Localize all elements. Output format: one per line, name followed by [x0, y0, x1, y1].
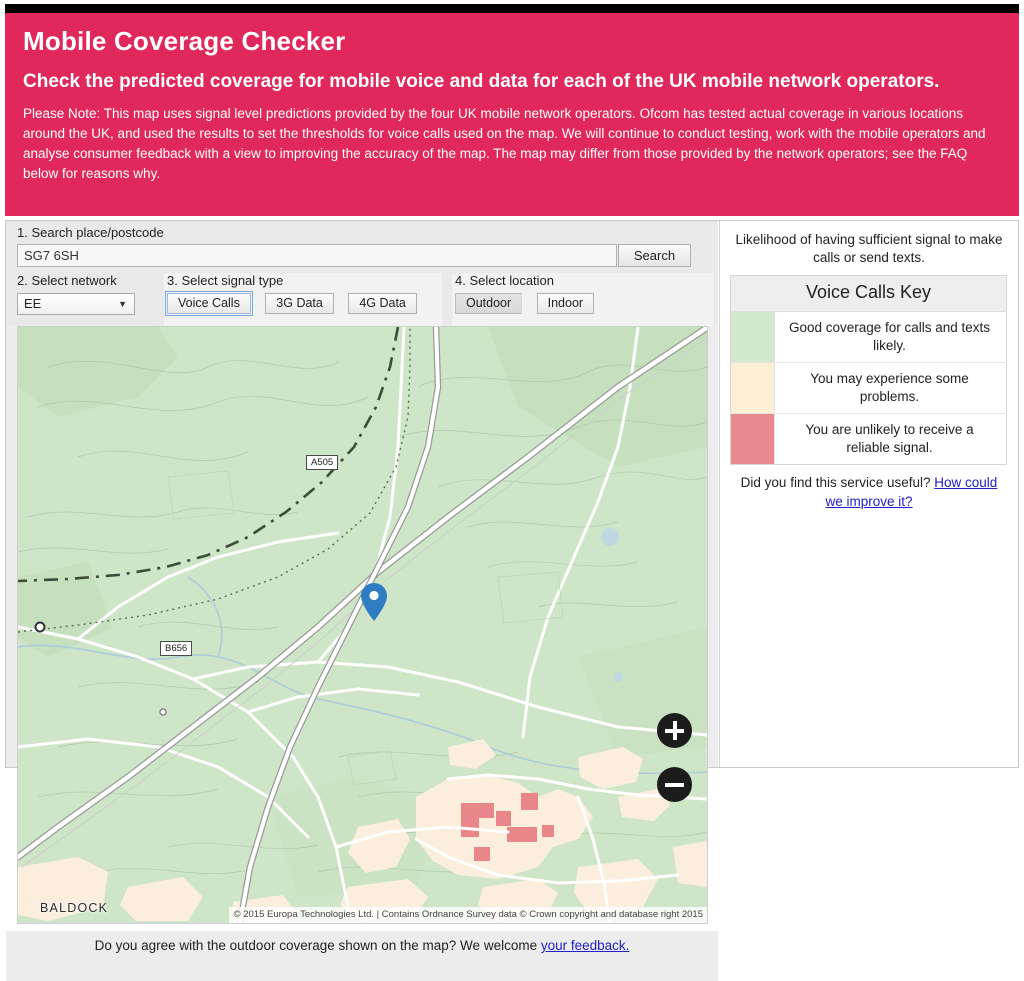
signal-type-voice-calls[interactable]: Voice Calls	[167, 293, 251, 314]
step2-label: 2. Select network	[17, 273, 157, 289]
page-hero-banner: Mobile Coverage Checker Check the predic…	[5, 13, 1019, 216]
zoom-out-button[interactable]	[657, 767, 692, 802]
location-group: 4. Select location Outdoor Indoor	[452, 273, 714, 326]
signal-type-buttons: Voice Calls 3G Data 4G Data	[164, 293, 442, 314]
search-input[interactable]	[17, 244, 617, 267]
network-group: 2. Select network EE ▼	[17, 273, 157, 315]
signal-type-4g-data[interactable]: 4G Data	[348, 293, 417, 314]
key-text-good: Good coverage for calls and texts likely…	[775, 312, 1007, 363]
road-label-a505: A505	[306, 455, 338, 470]
map-feedback-link[interactable]: your feedback.	[541, 938, 630, 953]
search-row: 1. Search place/postcode Search	[17, 225, 707, 267]
chevron-down-icon: ▼	[118, 294, 127, 314]
map-canvas	[18, 327, 707, 923]
key-row-poor: You are unlikely to receive a reliable s…	[731, 414, 1007, 465]
key-text-variable: You may experience some problems.	[775, 363, 1007, 414]
page-title: Mobile Coverage Checker	[23, 25, 1001, 57]
page-root: Mobile Coverage Checker Check the predic…	[0, 0, 1024, 774]
key-feedback-text: Did you find this service useful?	[741, 475, 935, 490]
network-select[interactable]: EE ▼	[17, 293, 135, 315]
key-intro-text: Likelihood of having sufficient signal t…	[732, 231, 1006, 267]
location-outdoor[interactable]: Outdoor	[455, 293, 522, 314]
road-label-b656: B656	[160, 641, 192, 656]
town-label-baldock: BALDOCK	[40, 901, 108, 915]
signal-type-3g-data[interactable]: 3G Data	[265, 293, 334, 314]
search-wrapper: Search	[17, 244, 691, 267]
top-black-bar	[5, 4, 1019, 13]
location-indoor[interactable]: Indoor	[537, 293, 594, 314]
map-feedback-text: Do you agree with the outdoor coverage s…	[95, 938, 541, 953]
key-feedback-text-block: Did you find this service useful? How co…	[734, 473, 1004, 511]
signal-type-group: 3. Select signal type Voice Calls 3G Dat…	[164, 273, 442, 326]
key-swatch-poor	[731, 414, 775, 465]
search-button[interactable]: Search	[618, 244, 691, 267]
zoom-in-button[interactable]	[657, 713, 692, 748]
key-swatch-good	[731, 312, 775, 363]
coverage-map[interactable]: A505 B656 BALDOCK © 2015 Europa Technolo…	[17, 326, 708, 924]
network-selected-value: EE	[24, 294, 41, 314]
map-location-pin[interactable]	[361, 583, 387, 621]
key-row-good: Good coverage for calls and texts likely…	[731, 312, 1007, 363]
map-feedback-strip: Do you agree with the outdoor coverage s…	[6, 931, 718, 981]
map-attribution: © 2015 Europa Technologies Ltd. | Contai…	[229, 907, 707, 923]
search-controls-panel: 1. Search place/postcode Search 2. Selec…	[6, 221, 718, 326]
step3-label: 3. Select signal type	[164, 273, 442, 289]
key-title: Voice Calls Key	[731, 276, 1007, 312]
step1-label: 1. Search place/postcode	[17, 225, 707, 241]
key-column: Likelihood of having sufficient signal t…	[719, 221, 1018, 767]
coverage-key-table: Voice Calls Key Good coverage for calls …	[730, 275, 1007, 465]
location-buttons: Outdoor Indoor	[452, 293, 714, 314]
key-text-poor: You are unlikely to receive a reliable s…	[775, 414, 1007, 465]
key-title-row: Voice Calls Key	[731, 276, 1007, 312]
map-column: 1. Search place/postcode Search 2. Selec…	[6, 221, 718, 767]
content-frame: 1. Search place/postcode Search 2. Selec…	[5, 220, 1019, 768]
page-note: Please Note: This map uses signal level …	[23, 104, 1001, 184]
key-row-variable: You may experience some problems.	[731, 363, 1007, 414]
page-subtitle: Check the predicted coverage for mobile …	[23, 69, 1001, 94]
key-swatch-variable	[731, 363, 775, 414]
step4-label: 4. Select location	[452, 273, 714, 289]
